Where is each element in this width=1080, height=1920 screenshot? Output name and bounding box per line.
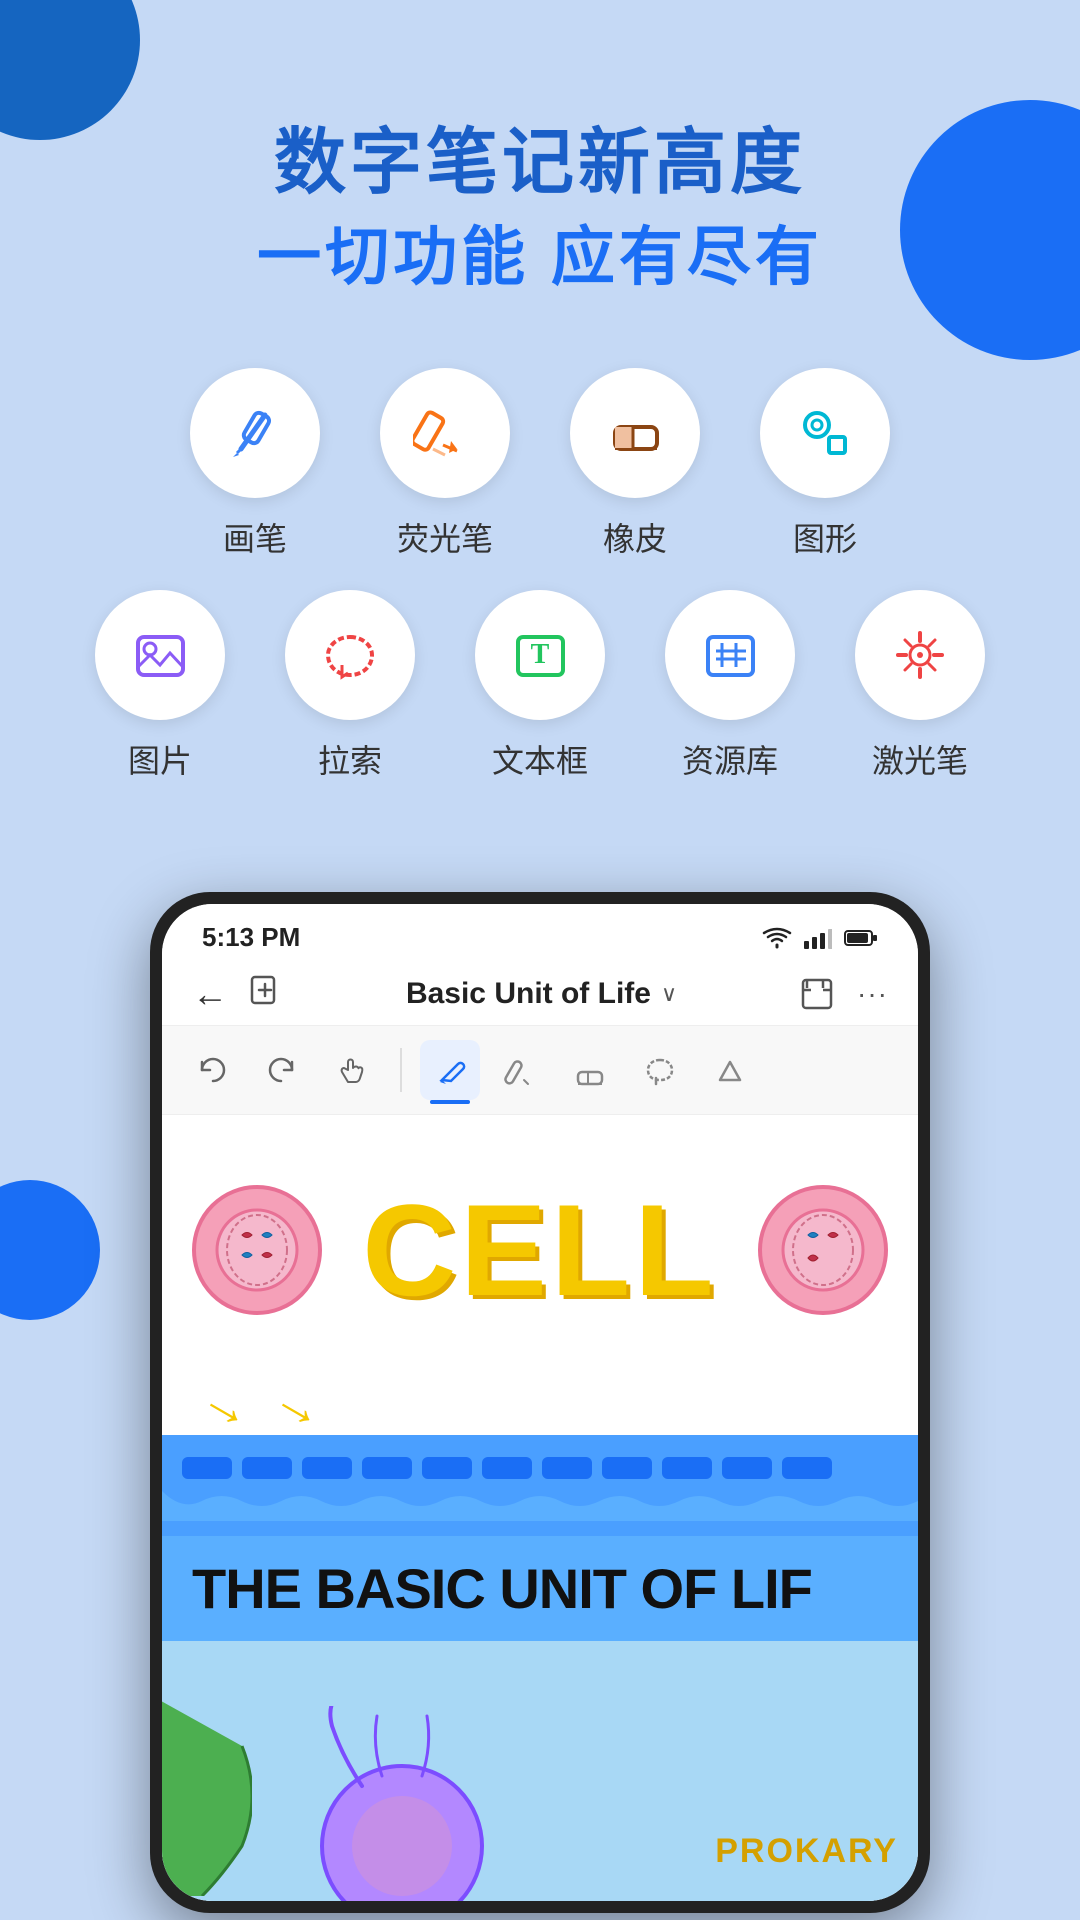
dash-item bbox=[602, 1457, 652, 1479]
purple-cell bbox=[302, 1706, 502, 1901]
redo-button[interactable] bbox=[252, 1040, 312, 1100]
tool-shape-icon-circle bbox=[760, 368, 890, 498]
undo-button[interactable] bbox=[182, 1040, 242, 1100]
tool-library[interactable]: 资源库 bbox=[665, 590, 795, 782]
new-doc-button[interactable] bbox=[248, 973, 282, 1015]
tool-highlighter-icon-circle bbox=[380, 368, 510, 498]
header-subtitle: 一切功能 应有尽有 bbox=[0, 206, 1080, 298]
tool-library-icon-circle bbox=[665, 590, 795, 720]
tool-pen-icon-circle bbox=[190, 368, 320, 498]
tool-shape[interactable]: 图形 bbox=[760, 368, 890, 560]
more-options-button[interactable]: ··· bbox=[857, 978, 888, 1010]
dash-item bbox=[542, 1457, 592, 1479]
dash-item bbox=[182, 1457, 232, 1479]
prokary-text: PROKARY bbox=[715, 1832, 898, 1871]
tools-row-1: 画笔 荧光笔 bbox=[80, 368, 1000, 560]
phone-screen: 5:13 PM bbox=[162, 904, 918, 1901]
tool-laser-label: 激光笔 bbox=[872, 736, 968, 782]
tool-lasso-icon-circle bbox=[285, 590, 415, 720]
tool-lasso-label: 拉索 bbox=[318, 736, 382, 782]
tool-shape-label: 图形 bbox=[793, 514, 857, 560]
title-chevron-icon[interactable]: ∨ bbox=[661, 981, 677, 1007]
toolbar-title-area: Basic Unit of Life ∨ bbox=[302, 977, 781, 1011]
phone-mockup: 5:13 PM bbox=[150, 892, 930, 1913]
drawing-toolbar bbox=[162, 1026, 918, 1115]
cell-content-top: CELL bbox=[162, 1115, 918, 1375]
green-cell bbox=[162, 1696, 252, 1901]
basic-unit-section: THE BASIC UNIT OF LIF bbox=[162, 1536, 918, 1641]
signal-icon bbox=[804, 927, 832, 949]
canvas-area: CELL → bbox=[162, 1115, 918, 1901]
battery-icon bbox=[844, 928, 878, 948]
tool-pen-label: 画笔 bbox=[223, 514, 287, 560]
eraser-tool-button[interactable] bbox=[560, 1040, 620, 1100]
tool-highlighter-label: 荧光笔 bbox=[397, 514, 493, 560]
tool-highlighter[interactable]: 荧光笔 bbox=[380, 368, 510, 560]
dash-item bbox=[482, 1457, 532, 1479]
shape-tool-button[interactable] bbox=[700, 1040, 760, 1100]
dash-item bbox=[662, 1457, 712, 1479]
tool-pen[interactable]: 画笔 bbox=[190, 368, 320, 560]
tool-eraser-label: 橡皮 bbox=[603, 514, 667, 560]
dash-item bbox=[362, 1457, 412, 1479]
bottom-cell-area: PROKARY bbox=[162, 1641, 918, 1901]
tool-lasso[interactable]: 拉索 bbox=[285, 590, 415, 782]
tool-laser[interactable]: 激光笔 bbox=[855, 590, 985, 782]
cell-circle-right bbox=[758, 1185, 888, 1315]
tool-library-label: 资源库 bbox=[682, 736, 778, 782]
basic-unit-text: THE BASIC UNIT OF LIF bbox=[192, 1556, 888, 1621]
tool-image-label: 图片 bbox=[128, 736, 192, 782]
status-icons bbox=[762, 927, 878, 949]
status-bar: 5:13 PM bbox=[162, 904, 918, 963]
blue-dashes-section bbox=[162, 1435, 918, 1536]
expand-icon[interactable] bbox=[801, 978, 833, 1010]
tool-eraser-icon-circle bbox=[570, 368, 700, 498]
tools-row-2: 图片 拉索 T 文本框 bbox=[80, 590, 1000, 782]
hand-tool-button[interactable] bbox=[322, 1040, 382, 1100]
tool-eraser[interactable]: 橡皮 bbox=[570, 368, 700, 560]
tools-section: 画笔 荧光笔 bbox=[0, 348, 1080, 872]
tool-image-icon-circle bbox=[95, 590, 225, 720]
tool-laser-icon-circle bbox=[855, 590, 985, 720]
pencil-tool-button[interactable] bbox=[490, 1040, 550, 1100]
dash-item bbox=[722, 1457, 772, 1479]
phone-section: 5:13 PM bbox=[0, 872, 1080, 1913]
tool-textbox-label: 文本框 bbox=[492, 736, 588, 782]
dash-item bbox=[782, 1457, 832, 1479]
dash-item bbox=[302, 1457, 352, 1479]
cell-text: CELL bbox=[322, 1175, 758, 1325]
svg-text:T: T bbox=[530, 639, 549, 670]
yellow-arrow-2: → bbox=[262, 1366, 337, 1444]
dashes-row bbox=[162, 1445, 918, 1491]
cell-circle-left bbox=[192, 1185, 322, 1315]
tool-textbox[interactable]: T 文本框 bbox=[475, 590, 605, 782]
toolbar-divider bbox=[400, 1048, 402, 1092]
tool-textbox-icon-circle: T bbox=[475, 590, 605, 720]
pen-tool-button[interactable] bbox=[420, 1040, 480, 1100]
header-title: 数字笔记新高度 bbox=[0, 120, 1080, 206]
lasso-tool-button[interactable] bbox=[630, 1040, 690, 1100]
dash-item bbox=[242, 1457, 292, 1479]
arrows-row: → → bbox=[162, 1375, 918, 1435]
app-toolbar: ← Basic Unit of Life ∨ bbox=[162, 963, 918, 1026]
back-button[interactable]: ← bbox=[192, 973, 228, 1015]
wifi-icon bbox=[762, 927, 792, 949]
doc-title: Basic Unit of Life bbox=[406, 977, 651, 1011]
status-time: 5:13 PM bbox=[202, 922, 300, 953]
wavy-edge bbox=[162, 1491, 918, 1521]
yellow-arrow-1: → bbox=[190, 1366, 265, 1444]
tool-image[interactable]: 图片 bbox=[95, 590, 225, 782]
toolbar-right: ··· bbox=[801, 978, 888, 1010]
dash-item bbox=[422, 1457, 472, 1479]
header-section: 数字笔记新高度 一切功能 应有尽有 bbox=[0, 0, 1080, 348]
